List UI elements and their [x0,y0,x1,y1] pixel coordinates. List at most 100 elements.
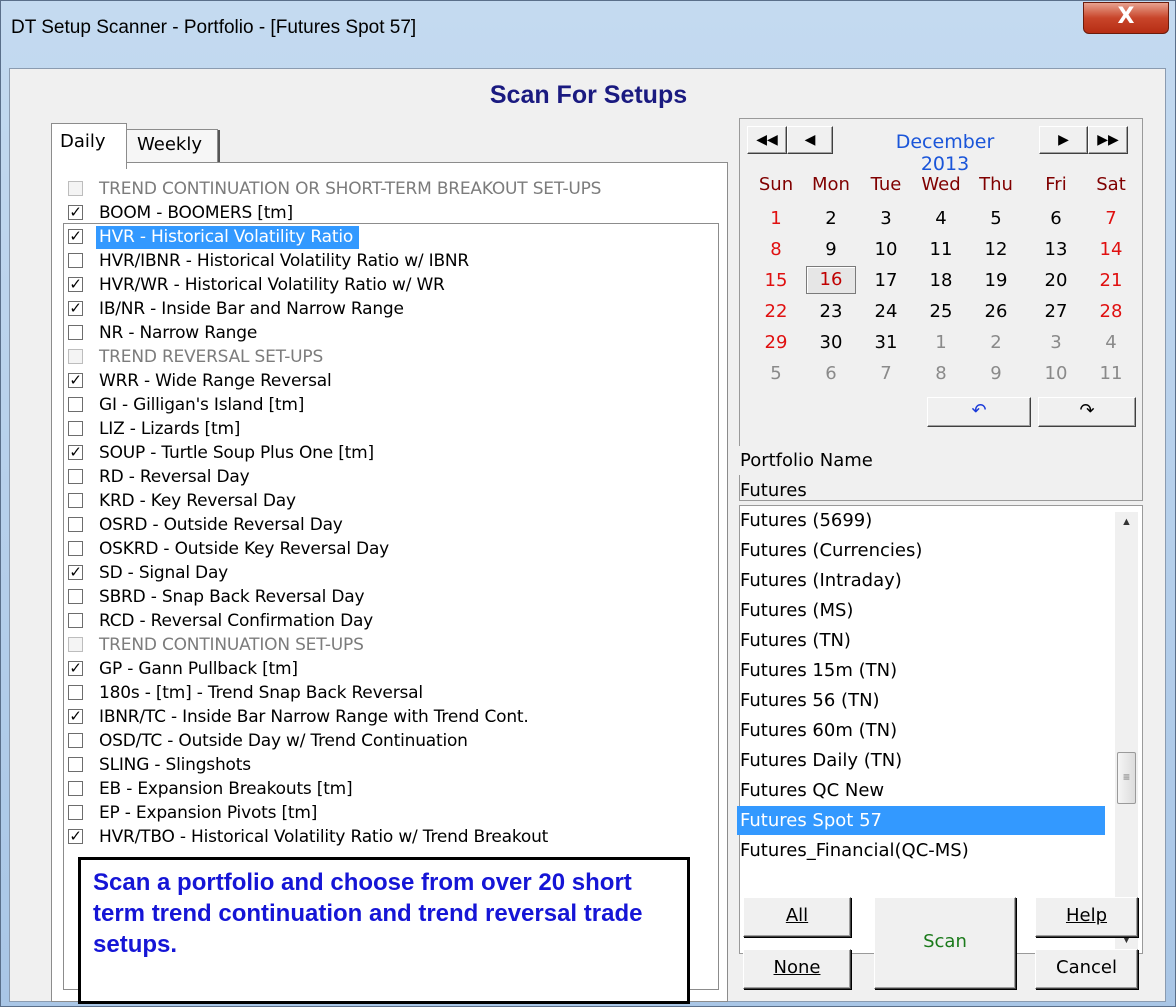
setup-checkbox[interactable]: ✓ [68,829,83,844]
setup-checkbox[interactable] [68,517,83,532]
setup-item[interactable]: EB - Expansion Breakouts [tm] [66,778,711,802]
setup-item[interactable]: 180s - [tm] - Trend Snap Back Reversal [66,682,711,706]
calendar-day[interactable]: 1 [753,206,799,232]
redo-date-icon[interactable]: ↷ [1038,397,1136,427]
setup-checkbox[interactable] [68,781,83,796]
portfolio-item[interactable]: Futures Spot 57 [737,806,1105,835]
portfolio-item[interactable]: Futures 60m (TN) [737,716,1105,745]
setup-checkbox[interactable]: ✓ [68,709,83,724]
setup-checkbox[interactable] [68,589,83,604]
portfolio-item[interactable]: Futures (Currencies) [737,536,1105,565]
setup-item[interactable]: ✓ BOOM - BOOMERS [tm] [66,202,711,226]
calendar-day[interactable]: 7 [1088,206,1134,232]
setup-checkbox[interactable]: ✓ [68,205,83,220]
portfolio-item[interactable]: Futures (Intraday) [737,566,1105,595]
setup-item[interactable]: ✓ WRR - Wide Range Reversal [66,370,711,394]
setup-item[interactable]: ✓ GP - Gann Pullback [tm] [66,658,711,682]
portfolio-item[interactable]: Futures Daily (TN) [737,746,1105,775]
portfolio-column-header[interactable]: Portfolio Name [737,446,1105,475]
setup-checkbox[interactable]: ✓ [68,301,83,316]
calendar-day[interactable]: 2 [808,206,854,232]
calendar-day[interactable]: 3 [1033,330,1079,356]
cancel-button[interactable]: Cancel [1035,949,1138,989]
scroll-thumb[interactable]: ≡ [1117,752,1136,804]
setup-item[interactable]: OSD/TC - Outside Day w/ Trend Continuati… [66,730,711,754]
last-month-button[interactable]: ▶▶ [1088,126,1128,154]
calendar-day[interactable]: 10 [1033,361,1079,387]
setup-checkbox[interactable]: ✓ [68,373,83,388]
portfolio-scrollbar[interactable]: ▲ ≡ ▼ [1115,512,1138,950]
title-bar[interactable]: DT Setup Scanner - Portfolio - [Futures … [1,1,1176,69]
calendar-day[interactable]: 23 [808,299,854,325]
calendar-day[interactable]: 24 [863,299,909,325]
setup-item[interactable]: GI - Gilligan's Island [tm] [66,394,711,418]
calendar-day[interactable]: 6 [1033,206,1079,232]
setup-checkbox[interactable] [68,469,83,484]
tab-weekly[interactable]: Weekly [126,129,220,164]
setup-checkbox[interactable] [68,253,83,268]
calendar-day[interactable]: 1 [918,330,964,356]
portfolio-item[interactable]: Futures (5699) [737,506,1105,535]
calendar-day[interactable]: 10 [863,237,909,263]
setup-item[interactable]: ✓ SD - Signal Day [66,562,711,586]
scan-button[interactable]: Scan [874,897,1016,989]
setup-item[interactable]: ✓ IBNR/TC - Inside Bar Narrow Range with … [66,706,711,730]
setup-item[interactable]: ✓ SOUP - Turtle Soup Plus One [tm] [66,442,711,466]
calendar-day[interactable]: 8 [753,237,799,263]
calendar-day[interactable]: 18 [918,268,964,294]
calendar-day[interactable]: 30 [808,330,854,356]
portfolio-item[interactable]: Futures 15m (TN) [737,656,1105,685]
calendar-day[interactable]: 21 [1088,268,1134,294]
setup-item[interactable]: RD - Reversal Day [66,466,711,490]
setup-item[interactable]: SBRD - Snap Back Reversal Day [66,586,711,610]
calendar-month-label[interactable]: December 2013 [870,131,1020,175]
setup-checkbox[interactable]: ✓ [68,565,83,580]
portfolio-item[interactable]: Futures (TN) [737,626,1105,655]
calendar-day[interactable]: 27 [1033,299,1079,325]
calendar-day[interactable]: 7 [863,361,909,387]
setup-item[interactable]: EP - Expansion Pivots [tm] [66,802,711,826]
calendar-day[interactable]: 29 [753,330,799,356]
calendar-day[interactable]: 5 [753,361,799,387]
close-icon[interactable]: X [1083,2,1169,34]
setup-item[interactable]: SLING - Slingshots [66,754,711,778]
calendar-day[interactable]: 22 [753,299,799,325]
setup-group-header[interactable]: TREND CONTINUATION SET-UPS [66,634,711,658]
calendar-day[interactable]: 19 [973,268,1019,294]
calendar-day[interactable]: 16 [806,266,856,294]
calendar-day[interactable]: 4 [918,206,964,232]
setup-item[interactable]: LIZ - Lizards [tm] [66,418,711,442]
portfolio-item[interactable]: Futures_Financial(QC-MS) [737,836,1105,865]
calendar-day[interactable]: 15 [753,268,799,294]
calendar-day[interactable]: 11 [1088,361,1134,387]
select-none-button[interactable]: None [743,949,851,989]
setup-checkbox[interactable]: ✓ [68,445,83,460]
setup-group-header[interactable]: TREND CONTINUATION OR SHORT-TERM BREAKOU… [66,178,711,202]
setup-checkbox[interactable]: ✓ [68,277,83,292]
portfolio-item[interactable]: Futures 56 (TN) [737,686,1105,715]
select-all-button[interactable]: All [743,897,851,937]
portfolio-item[interactable]: Futures [737,476,1105,505]
setup-checkbox[interactable] [68,805,83,820]
calendar-day[interactable]: 28 [1088,299,1134,325]
setup-group-header[interactable]: TREND REVERSAL SET-UPS [66,346,711,370]
calendar-day[interactable]: 4 [1088,330,1134,356]
calendar-day[interactable]: 25 [918,299,964,325]
setup-checkbox[interactable] [68,637,83,652]
next-month-button[interactable]: ▶ [1039,126,1088,154]
scroll-up-icon[interactable]: ▲ [1115,512,1138,532]
setup-checkbox[interactable] [68,181,83,196]
calendar-day[interactable]: 20 [1033,268,1079,294]
portfolio-item[interactable]: Futures (MS) [737,596,1105,625]
tab-daily[interactable]: Daily [51,123,127,169]
calendar-day[interactable]: 6 [808,361,854,387]
prev-month-button[interactable]: ◀ [787,126,833,154]
calendar-day[interactable]: 14 [1088,237,1134,263]
setup-item[interactable]: NR - Narrow Range [66,322,711,346]
calendar-day[interactable]: 9 [808,237,854,263]
portfolio-item[interactable]: Futures QC New [737,776,1105,805]
setup-item[interactable]: RCD - Reversal Confirmation Day [66,610,711,634]
setup-checkbox[interactable] [68,325,83,340]
first-month-button[interactable]: ◀◀ [747,126,787,154]
setup-item[interactable]: ✓ HVR/TBO - Historical Volatility Ratio w… [66,826,711,850]
